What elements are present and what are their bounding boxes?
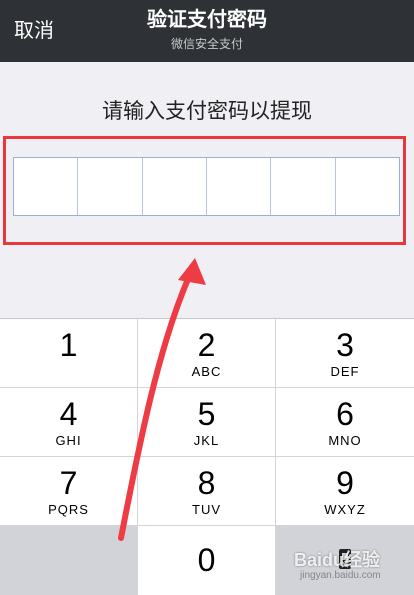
key-digit: 1 bbox=[59, 327, 78, 363]
key-letters: TUV bbox=[192, 502, 221, 517]
pin-input[interactable] bbox=[13, 157, 400, 216]
key-digit: 7 bbox=[59, 465, 78, 501]
key-9[interactable]: 9 WXYZ bbox=[276, 457, 414, 526]
key-0[interactable]: 0 bbox=[138, 526, 276, 595]
pin-cell[interactable] bbox=[336, 158, 399, 215]
pin-cell[interactable] bbox=[14, 158, 79, 215]
pin-cell[interactable] bbox=[143, 158, 207, 215]
key-blank bbox=[0, 526, 138, 595]
key-letters: DEF bbox=[330, 364, 360, 379]
key-digit: 2 bbox=[197, 327, 216, 363]
key-letters: PQRS bbox=[48, 502, 89, 517]
key-3[interactable]: 3 DEF bbox=[276, 319, 414, 388]
key-digit: 8 bbox=[197, 465, 216, 501]
key-7[interactable]: 7 PQRS bbox=[0, 457, 138, 526]
key-letters: ABC bbox=[191, 364, 222, 379]
pin-cell[interactable] bbox=[78, 158, 143, 215]
key-8[interactable]: 8 TUV bbox=[138, 457, 276, 526]
key-digit: 3 bbox=[336, 327, 354, 363]
page-subtitle: 微信安全支付 bbox=[170, 37, 243, 51]
watermark-brand: Baidu经验 bbox=[294, 550, 381, 570]
key-digit: 0 bbox=[197, 542, 216, 578]
key-letters: WXYZ bbox=[324, 502, 366, 517]
page-title: 验证支付密码 bbox=[147, 9, 267, 31]
baidu-watermark: Baidu经验 jingyan.baidu.com bbox=[294, 546, 412, 590]
key-letters: GHI bbox=[55, 433, 82, 448]
key-4[interactable]: 4 GHI bbox=[0, 388, 138, 457]
password-prompt: 请输入支付密码以提现 bbox=[102, 100, 312, 123]
watermark-url: jingyan.baidu.com bbox=[300, 570, 381, 581]
key-letters: MNO bbox=[328, 433, 362, 448]
key-digit: 9 bbox=[336, 465, 354, 501]
key-1[interactable]: 1 bbox=[0, 319, 138, 388]
key-5[interactable]: 5 JKL bbox=[138, 388, 276, 457]
key-2[interactable]: 2 ABC bbox=[138, 319, 276, 388]
key-digit: 6 bbox=[336, 396, 354, 432]
pin-cell[interactable] bbox=[271, 158, 336, 215]
pin-cell[interactable] bbox=[207, 158, 272, 215]
key-letters: JKL bbox=[193, 433, 220, 448]
key-digit: 5 bbox=[197, 396, 216, 432]
nav-bar: 取消 验证支付密码 微信安全支付 bbox=[0, 0, 414, 62]
key-6[interactable]: 6 MNO bbox=[276, 388, 414, 457]
key-digit: 4 bbox=[59, 396, 78, 432]
